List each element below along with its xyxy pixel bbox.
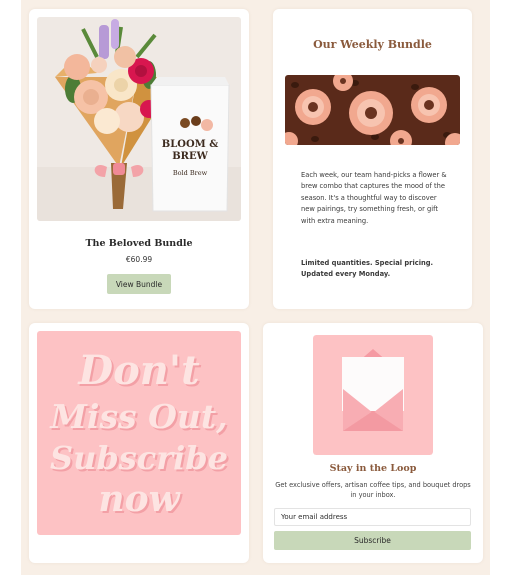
promo-line2: Miss Out,: [49, 397, 227, 436]
flowers-coffee-banner: [285, 75, 460, 145]
weekly-bundle-card: Our Weekly Bundle Each week, our team ha…: [273, 9, 472, 309]
stay-in-loop-title: Stay in the Loop: [329, 463, 417, 474]
promo-card: Don't Miss Out, Subscribe now Don't Miss…: [29, 323, 249, 563]
product-price: €60.99: [125, 255, 153, 264]
product-name: The Beloved Bundle: [85, 238, 193, 249]
bag-brand-line2: BREW: [172, 151, 208, 162]
weekly-bundle-description: Each week, our team hand-picks a flower …: [301, 171, 447, 225]
bag-flavor: Bold Brew: [173, 169, 208, 177]
promo-line4: now: [98, 478, 181, 520]
subscribe-button[interactable]: Subscribe: [274, 531, 471, 550]
email-input[interactable]: [274, 508, 471, 526]
weekly-bundle-note: Limited quantities. Special pricing. Upd…: [301, 259, 434, 278]
bag-brand-line1: BLOOM &: [162, 139, 218, 150]
view-bundle-button[interactable]: View Bundle: [107, 274, 171, 294]
subscribe-promo-graphic[interactable]: Don't Miss Out, Subscribe now Don't Miss…: [37, 331, 241, 535]
envelope-icon: [313, 335, 433, 455]
product-photo[interactable]: BLOOM & BREW Bold Brew: [37, 17, 241, 221]
promo-line3: Subscribe: [50, 439, 228, 477]
product-card: BLOOM & BREW Bold Brew The Beloved Bundl…: [29, 9, 249, 309]
newsletter-card: Stay in the Loop Get exclusive offers, a…: [263, 323, 483, 563]
promo-line1: Don't: [77, 347, 200, 394]
newsletter-description: Get exclusive offers, artisan coffee tip…: [275, 481, 471, 500]
weekly-bundle-title: Our Weekly Bundle: [313, 38, 432, 51]
